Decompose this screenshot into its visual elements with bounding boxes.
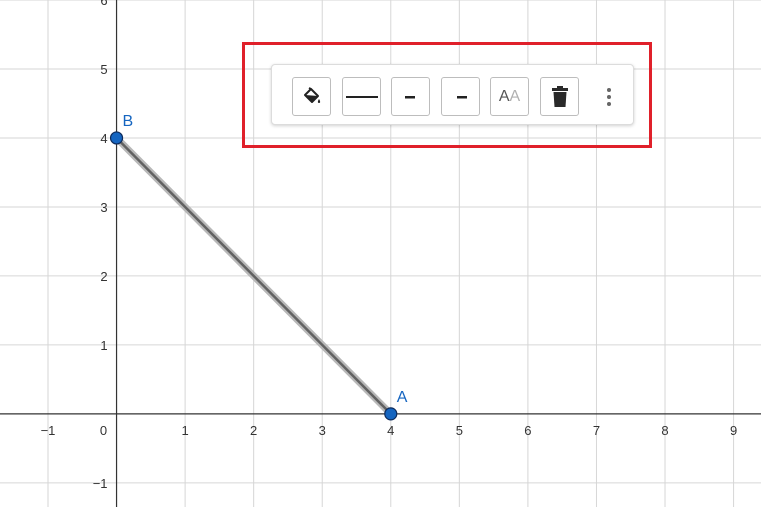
line-style-button[interactable] (342, 77, 381, 116)
x-tick-label: 2 (250, 423, 257, 438)
color-fill-icon (301, 86, 323, 108)
point-style-icon (455, 94, 467, 100)
y-tick-label: −1 (93, 476, 108, 491)
line-thickness-button[interactable] (391, 77, 430, 116)
style-bar: AA (271, 64, 634, 125)
y-tick-label: 5 (100, 62, 107, 77)
line-thickness-icon (404, 94, 417, 100)
y-tick-label: 2 (100, 269, 107, 284)
y-tick-label: 6 (100, 0, 107, 8)
label-style-icon: AA (498, 87, 521, 105)
x-tick-label: 3 (319, 423, 326, 438)
y-tick-label: 1 (100, 338, 107, 353)
point-label-a: A (397, 389, 408, 406)
color-button[interactable] (292, 77, 331, 116)
point-style-button[interactable] (441, 77, 480, 116)
delete-button[interactable] (540, 77, 579, 116)
point-b[interactable] (109, 131, 124, 145)
x-tick-label: 1 (181, 423, 188, 438)
x-tick-label: 5 (456, 423, 463, 438)
x-tick-label: −1 (41, 423, 56, 438)
vertical-dots-icon[interactable] (599, 83, 619, 111)
construction-objects[interactable]: AB (109, 113, 408, 421)
y-tick-label: 3 (100, 200, 107, 215)
point-label-b: B (123, 113, 134, 130)
y-tick-label: 4 (100, 131, 107, 146)
x-tick-label: 6 (524, 423, 531, 438)
label-style-button[interactable]: AA (490, 77, 529, 116)
delete-icon (551, 85, 569, 108)
x-tick-label: 9 (730, 423, 737, 438)
x-tick-label: 8 (661, 423, 668, 438)
x-tick-label: 0 (100, 423, 107, 438)
x-tick-label: 4 (387, 423, 394, 438)
line-style-icon (345, 94, 378, 100)
point-a[interactable] (384, 407, 398, 421)
x-tick-label: 7 (593, 423, 600, 438)
